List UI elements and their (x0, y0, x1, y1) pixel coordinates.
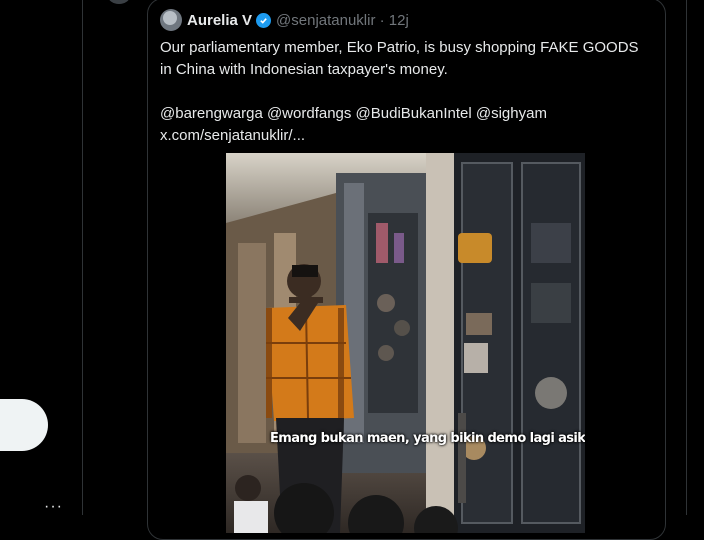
tweet-text-line: Our parliamentary member, Eko Patrio, is… (160, 39, 639, 56)
author-name[interactable]: Aurelia V (187, 12, 252, 29)
avatar[interactable] (108, 0, 130, 4)
tweet-media-video[interactable]: Emang bukan maen, yang bikin demo lagi a… (226, 153, 585, 533)
quoted-author-row: Aurelia V @senjatanuklir · 12j (160, 9, 409, 31)
tweet-text: Our parliamentary member, Eko Patrio, is… (160, 37, 655, 147)
mention-links[interactable]: @barengwarga @wordfangs @BudiBukanIntel … (160, 103, 655, 125)
author-handle-time[interactable]: @senjatanuklir · 12j (276, 12, 409, 29)
timeline-divider (686, 0, 687, 515)
tweet-text-blank (160, 81, 655, 103)
tweet-link[interactable]: x.com/senjatanuklir/... (160, 125, 655, 147)
verified-badge-icon (256, 12, 272, 28)
more-menu-button[interactable]: ··· (44, 498, 63, 516)
video-caption: Emang bukan maen, yang bikin demo lagi a… (270, 431, 585, 446)
quoted-tweet-card[interactable]: Aurelia V @senjatanuklir · 12j Our parli… (147, 0, 666, 540)
sidebar-divider (82, 0, 83, 515)
mall-scene-image (226, 153, 585, 533)
author-avatar[interactable] (160, 9, 182, 31)
tweet-text-line: in China with Indonesian taxpayer's mone… (160, 61, 448, 78)
